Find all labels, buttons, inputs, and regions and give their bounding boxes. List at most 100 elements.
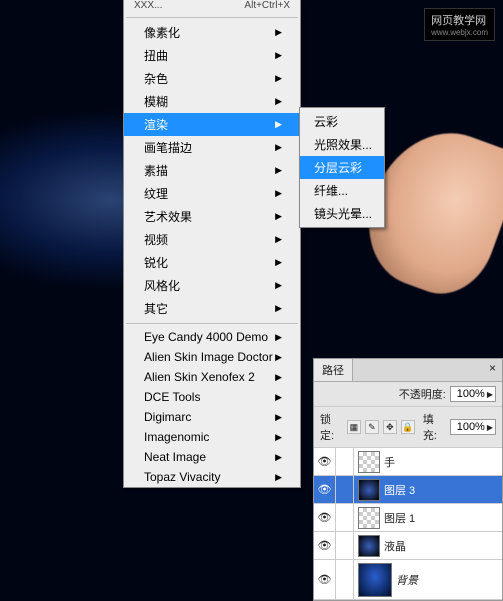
layer-row[interactable]: 👁 图层 1 bbox=[314, 504, 502, 532]
menu-item-label: 渲染 bbox=[144, 116, 168, 133]
layer-row[interactable]: 👁 图层 3 bbox=[314, 476, 502, 504]
chevron-right-icon[interactable]: ▶ bbox=[485, 423, 493, 432]
visibility-eye-icon[interactable]: 👁 bbox=[314, 476, 336, 503]
submenu-item[interactable]: 光照效果... bbox=[300, 133, 384, 156]
chevron-right-icon: ▶ bbox=[275, 211, 282, 222]
chevron-right-icon: ▶ bbox=[275, 165, 282, 176]
layers-panel: 路径 × 不透明度: ▶ 锁定: ▦ ✎ ✥ 🔒 填充: ▶ 👁手👁图层 3👁图… bbox=[313, 358, 503, 601]
opacity-value[interactable] bbox=[453, 388, 485, 400]
visibility-eye-icon[interactable]: 👁 bbox=[314, 560, 336, 599]
menu-item-label: Topaz Vivacity bbox=[144, 470, 220, 484]
chevron-right-icon: ▶ bbox=[275, 142, 282, 153]
lock-all-icon[interactable]: 🔒 bbox=[401, 420, 415, 434]
chevron-right-icon: ▶ bbox=[275, 73, 282, 84]
menu-item-label: Digimarc bbox=[144, 410, 191, 424]
layer-thumbnail[interactable] bbox=[358, 535, 380, 557]
visibility-eye-icon[interactable]: 👁 bbox=[314, 532, 336, 559]
lock-transparency-icon[interactable]: ▦ bbox=[347, 420, 361, 434]
lock-label: 锁定: bbox=[320, 411, 343, 443]
menu-item-plugin[interactable]: Digimarc▶ bbox=[124, 407, 300, 427]
menu-separator bbox=[126, 17, 298, 18]
menu-item[interactable]: 视频 ▶ bbox=[124, 228, 300, 251]
menu-item[interactable]: 风格化▶ bbox=[124, 274, 300, 297]
fill-input[interactable]: ▶ bbox=[450, 419, 496, 435]
layer-name: 图层 1 bbox=[384, 510, 415, 526]
menu-item-plugin[interactable]: Imagenomic▶ bbox=[124, 427, 300, 447]
menu-item-label: Alien Skin Image Doctor bbox=[144, 350, 273, 364]
chevron-right-icon: ▶ bbox=[275, 452, 282, 463]
link-column[interactable] bbox=[336, 560, 354, 599]
layer-row[interactable]: 👁 背景 bbox=[314, 560, 502, 600]
layer-name: 手 bbox=[384, 454, 395, 470]
menu-item[interactable]: 扭曲▶ bbox=[124, 44, 300, 67]
lock-paint-icon[interactable]: ✎ bbox=[365, 420, 379, 434]
chevron-right-icon: ▶ bbox=[275, 119, 282, 130]
filter-menu: XXX... Alt+Ctrl+X 像素化▶扭曲▶杂色▶模糊▶渲染▶画笔描边▶素… bbox=[123, 0, 301, 488]
submenu-item[interactable]: 镜头光晕... bbox=[300, 202, 384, 225]
menu-item[interactable]: 艺术效果 ▶ bbox=[124, 205, 300, 228]
menu-item[interactable]: 纹理▶ bbox=[124, 182, 300, 205]
menu-item[interactable]: 杂色 ▶ bbox=[124, 67, 300, 90]
lock-icons: ▦ ✎ ✥ 🔒 bbox=[347, 420, 415, 434]
fill-label: 填充: bbox=[423, 411, 446, 443]
chevron-right-icon: ▶ bbox=[275, 96, 282, 107]
layer-row[interactable]: 👁手 bbox=[314, 448, 502, 476]
fill-value[interactable] bbox=[453, 421, 485, 433]
visibility-eye-icon[interactable]: 👁 bbox=[314, 448, 336, 475]
menu-header-right: Alt+Ctrl+X bbox=[244, 0, 290, 14]
link-column[interactable] bbox=[336, 448, 354, 475]
menu-item-label: Imagenomic bbox=[144, 430, 209, 444]
chevron-right-icon: ▶ bbox=[275, 234, 282, 245]
menu-item-label: 像素化 bbox=[144, 24, 180, 41]
watermark: 网页教学网 www.webjx.com bbox=[424, 8, 495, 41]
opacity-input[interactable]: ▶ bbox=[450, 386, 496, 402]
layer-name: 图层 3 bbox=[384, 482, 415, 498]
layers-tabs: 路径 × bbox=[314, 359, 502, 382]
menu-item[interactable]: 锐化▶ bbox=[124, 251, 300, 274]
menu-item[interactable]: 像素化 ▶ bbox=[124, 21, 300, 44]
menu-item-plugin[interactable]: Neat Image▶ bbox=[124, 447, 300, 467]
link-column[interactable] bbox=[336, 476, 354, 503]
watermark-url: www.webjx.com bbox=[431, 28, 488, 37]
menu-item-label: 画笔描边 bbox=[144, 139, 192, 156]
layer-thumbnail[interactable] bbox=[358, 507, 380, 529]
chevron-right-icon: ▶ bbox=[275, 27, 282, 38]
layer-row[interactable]: 👁 液晶 bbox=[314, 532, 502, 560]
lock-move-icon[interactable]: ✥ bbox=[383, 420, 397, 434]
layers-opacity-row: 不透明度: ▶ bbox=[314, 382, 502, 407]
layer-list: 👁手👁图层 3👁图层 1👁液晶👁背景 bbox=[314, 448, 502, 600]
menu-item[interactable]: 模糊▶ bbox=[124, 90, 300, 113]
panel-close-icon[interactable]: × bbox=[483, 359, 502, 381]
menu-item[interactable]: 画笔描边 ▶ bbox=[124, 136, 300, 159]
layer-name: 背景 bbox=[396, 572, 418, 588]
link-column[interactable] bbox=[336, 504, 354, 531]
link-column[interactable] bbox=[336, 532, 354, 559]
menu-item-label: Alien Skin Xenofex 2 bbox=[144, 370, 255, 384]
menu-item[interactable]: 渲染 ▶ bbox=[124, 113, 300, 136]
chevron-right-icon: ▶ bbox=[275, 50, 282, 61]
visibility-eye-icon[interactable]: 👁 bbox=[314, 504, 336, 531]
menu-header-left: XXX... bbox=[134, 0, 162, 14]
layer-thumbnail[interactable] bbox=[358, 563, 392, 597]
chevron-right-icon[interactable]: ▶ bbox=[485, 390, 493, 399]
layer-thumbnail[interactable] bbox=[358, 479, 380, 501]
menu-item[interactable]: 素描▶ bbox=[124, 159, 300, 182]
tab-paths[interactable]: 路径 bbox=[314, 359, 353, 381]
chevron-right-icon: ▶ bbox=[275, 188, 282, 199]
menu-item-plugin[interactable]: DCE Tools▶ bbox=[124, 387, 300, 407]
menu-item-label: 杂色 bbox=[144, 70, 168, 87]
menu-item-plugin[interactable]: Eye Candy 4000 Demo▶ bbox=[124, 327, 300, 347]
submenu-item[interactable]: 分层云彩 bbox=[300, 156, 384, 179]
menu-item-plugin[interactable]: Topaz Vivacity▶ bbox=[124, 467, 300, 487]
menu-item-label: 视频 bbox=[144, 231, 168, 248]
layer-name: 液晶 bbox=[384, 538, 406, 554]
menu-item[interactable]: 其它▶ bbox=[124, 297, 300, 320]
menu-item-plugin[interactable]: Alien Skin Image Doctor▶ bbox=[124, 347, 300, 367]
menu-item-label: 艺术效果 bbox=[144, 208, 192, 225]
chevron-right-icon: ▶ bbox=[275, 280, 282, 291]
watermark-title: 网页教学网 bbox=[431, 12, 488, 28]
submenu-item[interactable]: 云彩 bbox=[300, 110, 384, 133]
submenu-item[interactable]: 纤维... bbox=[300, 179, 384, 202]
layer-thumbnail[interactable] bbox=[358, 451, 380, 473]
menu-item-plugin[interactable]: Alien Skin Xenofex 2▶ bbox=[124, 367, 300, 387]
